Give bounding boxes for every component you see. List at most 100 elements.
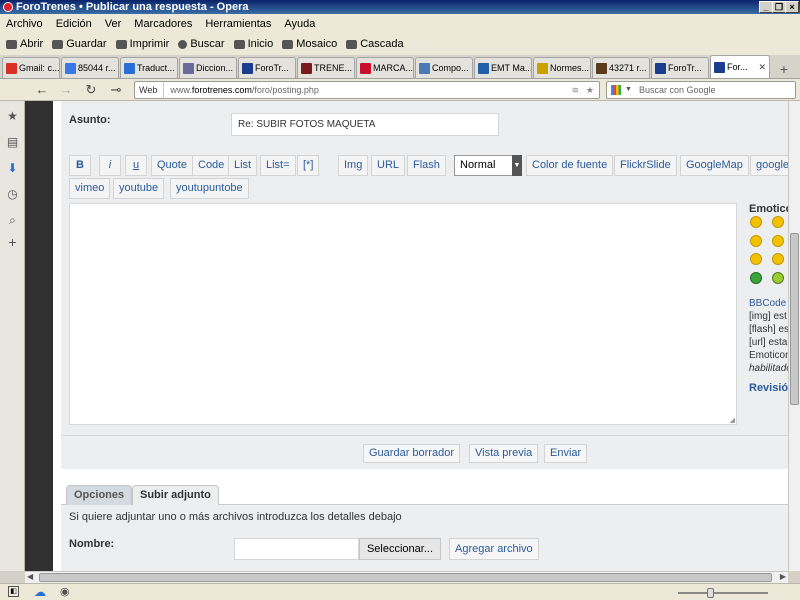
bbcode-button[interactable]: Code — [192, 155, 231, 176]
bbcode-button[interactable]: youtupuntobe — [170, 178, 249, 199]
reload-icon[interactable]: ↻ — [83, 82, 99, 98]
browser-tab[interactable]: ForoTr... — [651, 57, 709, 78]
smiley-icon[interactable] — [750, 216, 762, 228]
search-field[interactable]: ▼ Buscar con Google — [606, 81, 796, 99]
url-field[interactable]: Web www.forotrenes.com/foro/posting.php ≋… — [134, 81, 600, 99]
bbcode-button[interactable]: vimeo — [69, 178, 111, 199]
preview-button[interactable]: Vista previa — [469, 444, 539, 463]
menu-ver[interactable]: Ver — [105, 18, 122, 30]
bookmarks-star-icon[interactable]: ★ — [6, 110, 19, 123]
home-button[interactable]: Inicio — [233, 38, 273, 50]
back-icon[interactable]: ← — [34, 82, 50, 98]
smiley-icon[interactable] — [750, 253, 762, 265]
bbcode-button[interactable]: GoogleMap — [680, 155, 749, 176]
save-button[interactable]: Guardar — [52, 38, 107, 50]
browser-tab[interactable]: 85044 r... — [61, 57, 119, 78]
bbcode-button[interactable]: List= — [260, 155, 296, 176]
vertical-scrollbar[interactable] — [788, 101, 800, 571]
turbo-icon[interactable]: ◉ — [60, 585, 70, 598]
menu-herramientas[interactable]: Herramientas — [205, 18, 271, 30]
bbcode-button[interactable]: Img — [338, 155, 369, 176]
select-file-button[interactable]: Seleccionar... — [359, 538, 441, 560]
font-size-select[interactable]: Normal ▼ — [454, 155, 522, 176]
open-button[interactable]: Abrir — [6, 38, 43, 50]
smiley-icon[interactable] — [750, 235, 762, 247]
file-path-field[interactable] — [234, 538, 359, 560]
smiley-icon[interactable] — [772, 235, 784, 247]
add-panel-icon[interactable]: + — [6, 235, 19, 249]
opera-unite-icon[interactable]: ☁ — [34, 585, 46, 599]
menu-marcadores[interactable]: Marcadores — [134, 18, 192, 30]
folder-icon — [6, 39, 17, 49]
scroll-left-icon[interactable]: ◀ — [27, 572, 33, 581]
bbcode-button[interactable]: List — [228, 155, 258, 176]
smiley-icon[interactable] — [772, 253, 784, 265]
bbcode-button[interactable]: [*] — [297, 155, 320, 176]
browser-tab[interactable]: MARCA... — [356, 57, 414, 78]
bbcode-button[interactable]: Flash — [407, 155, 446, 176]
browser-tab[interactable]: Diccion... — [179, 57, 237, 78]
chevron-down-icon[interactable]: ▼ — [625, 82, 632, 98]
horizontal-scrollbar[interactable]: ◀ ▶ — [25, 571, 788, 583]
forward-icon[interactable]: → — [58, 82, 74, 98]
resize-handle-icon[interactable]: ◢ — [730, 416, 735, 424]
bbcode-button[interactable]: google — [750, 155, 788, 176]
bbcode-button[interactable]: Quote — [151, 155, 193, 176]
print-button[interactable]: Imprimir — [115, 38, 169, 50]
browser-tab[interactable]: Normes... — [533, 57, 591, 78]
history-icon[interactable]: ◷ — [6, 188, 19, 201]
minimize-button[interactable]: _ — [759, 1, 773, 13]
tile-button[interactable]: Mosaico — [282, 38, 337, 50]
save-draft-button[interactable]: Guardar borrador — [363, 444, 460, 463]
browser-tab[interactable]: Compo... — [415, 57, 473, 78]
browser-tab[interactable]: Gmail: c... — [2, 57, 60, 78]
revision-heading[interactable]: Revisión — [749, 382, 788, 394]
browser-tab[interactable]: EMT Ma... — [474, 57, 532, 78]
vertical-scroll-thumb[interactable] — [790, 233, 799, 405]
horizontal-scroll-thumb[interactable] — [39, 573, 772, 582]
menu-edicion[interactable]: Edición — [56, 18, 92, 30]
browser-tab[interactable]: TRENE... — [297, 57, 355, 78]
smiley-icon[interactable] — [750, 272, 762, 284]
smiley-icon[interactable] — [772, 272, 784, 284]
close-tab-icon[interactable]: ✕ — [758, 62, 766, 73]
smiley-icon[interactable] — [772, 216, 784, 228]
submit-button[interactable]: Enviar — [544, 444, 588, 463]
menu-ayuda[interactable]: Ayuda — [284, 18, 315, 30]
key-icon[interactable]: ⊸ — [108, 82, 124, 98]
new-tab-icon[interactable]: + — [775, 60, 793, 78]
notes-icon[interactable]: ▤ — [6, 136, 19, 149]
menu-archivo[interactable]: Archivo — [6, 18, 43, 30]
star-icon[interactable]: ★ — [586, 82, 594, 98]
browser-tab[interactable]: Traduct... — [120, 57, 178, 78]
search-button[interactable]: Buscar — [178, 38, 225, 50]
bbcode-button[interactable]: u — [125, 155, 147, 176]
close-button[interactable]: × — [785, 1, 799, 13]
browser-tab[interactable]: For... ✕ — [710, 55, 770, 78]
post-form-panel: Asunto: Re: SUBIR FOTOS MAQUETA Bi u Quote… — [61, 101, 788, 436]
message-textarea[interactable]: ◢ — [69, 203, 737, 425]
maximize-button[interactable]: ❐ — [772, 1, 786, 13]
downloads-icon[interactable]: ⬇ — [6, 162, 19, 175]
rss-icon[interactable]: ≋ — [571, 82, 579, 98]
bbcode-button[interactable]: FlickrSlide — [614, 155, 677, 176]
cascade-button[interactable]: Cascada — [346, 38, 404, 50]
add-file-button[interactable]: Agregar archivo — [449, 538, 539, 560]
bbcode-button[interactable]: Color de fuente — [526, 155, 614, 176]
scroll-right-icon[interactable]: ▶ — [780, 572, 786, 581]
tab-subir-adjunto[interactable]: Subir adjunto — [132, 485, 219, 506]
browser-tab[interactable]: 43271 r... — [592, 57, 650, 78]
zoom-slider[interactable] — [678, 592, 768, 594]
window-title: ForoTrenes • Publicar una respuesta - Op… — [16, 1, 249, 13]
tab-opciones[interactable]: Opciones — [66, 485, 133, 505]
bbcode-button[interactable]: B — [69, 155, 91, 176]
search-panel-icon[interactable]: ⌕ — [6, 214, 19, 227]
bbcode-button[interactable]: i — [99, 155, 121, 176]
zoom-slider-knob[interactable] — [707, 588, 714, 598]
bbcode-button[interactable]: URL — [371, 155, 406, 176]
panel-toggle-icon[interactable]: ◧ — [8, 586, 19, 597]
bbcode-link[interactable]: BBCode — [749, 298, 786, 309]
subject-input[interactable]: Re: SUBIR FOTOS MAQUETA — [231, 113, 499, 136]
browser-tab[interactable]: ForoTr... — [238, 57, 296, 78]
bbcode-button[interactable]: youtube — [113, 178, 165, 199]
